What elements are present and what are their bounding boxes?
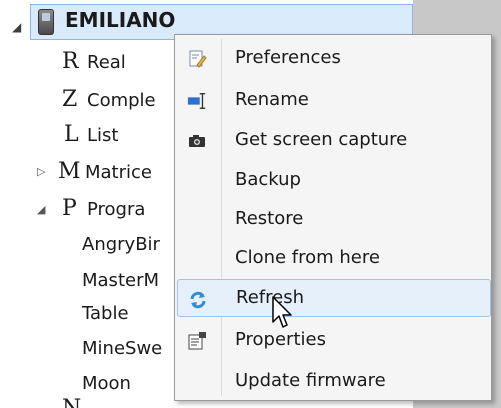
program-item[interactable]: MasterM	[82, 270, 159, 291]
menu-item-restore[interactable]: Restore	[175, 200, 491, 238]
calculator-icon	[38, 9, 54, 35]
expand-icon[interactable]: ▷	[37, 165, 45, 178]
camera-icon	[187, 131, 207, 151]
context-menu: Preferences Rename Get screen capture Ba…	[174, 34, 492, 401]
menu-item-label: Preferences	[235, 47, 341, 68]
menu-item-label: Update firmware	[235, 370, 386, 391]
menu-item-label: Get screen capture	[235, 129, 408, 150]
program-item[interactable]: Table	[82, 303, 129, 324]
tree-root-label: EMILIANO	[65, 8, 176, 32]
menu-item-label: Backup	[235, 169, 301, 190]
menu-item-screen-capture[interactable]: Get screen capture	[175, 121, 491, 159]
collapse-icon[interactable]: ◢	[37, 203, 45, 216]
menu-item-clone[interactable]: Clone from here	[175, 239, 491, 277]
menu-item-backup[interactable]: Backup	[175, 161, 491, 199]
menu-item-properties[interactable]: Properties	[175, 321, 491, 359]
tree-item-label: Real	[87, 52, 126, 73]
partial-tree-item: N	[62, 396, 81, 408]
properties-icon	[187, 331, 207, 351]
menu-item-rename[interactable]: Rename	[175, 81, 491, 119]
menu-item-label: Rename	[235, 89, 309, 110]
menu-item-update-firmware[interactable]: Update firmware	[175, 362, 491, 400]
menu-item-label: Clone from here	[235, 247, 380, 268]
mouse-pointer-icon	[272, 296, 292, 328]
rename-icon	[187, 91, 207, 111]
menu-item-label: Restore	[235, 208, 304, 229]
program-item[interactable]: MineSwe	[82, 338, 162, 359]
tree-item-label: List	[87, 125, 119, 146]
complex-type-icon: Z	[62, 87, 78, 112]
tree-item-label: Matrice	[85, 162, 152, 183]
collapse-icon[interactable]: ◢	[12, 20, 21, 34]
matrix-type-icon: M	[58, 159, 81, 184]
program-item[interactable]: Moon	[82, 373, 131, 394]
preferences-icon	[187, 49, 207, 69]
program-type-icon: P	[62, 196, 77, 221]
tree-item-label: Progra	[87, 199, 146, 220]
program-item[interactable]: AngryBir	[82, 234, 160, 255]
menu-item-preferences[interactable]: Preferences	[175, 39, 491, 77]
menu-item-refresh[interactable]: Refresh	[177, 279, 491, 317]
refresh-icon	[188, 290, 208, 310]
menu-item-label: Properties	[235, 329, 326, 350]
list-type-icon: L	[64, 122, 79, 147]
tree-item-label: Comple	[87, 90, 156, 111]
real-type-icon: R	[62, 49, 79, 74]
